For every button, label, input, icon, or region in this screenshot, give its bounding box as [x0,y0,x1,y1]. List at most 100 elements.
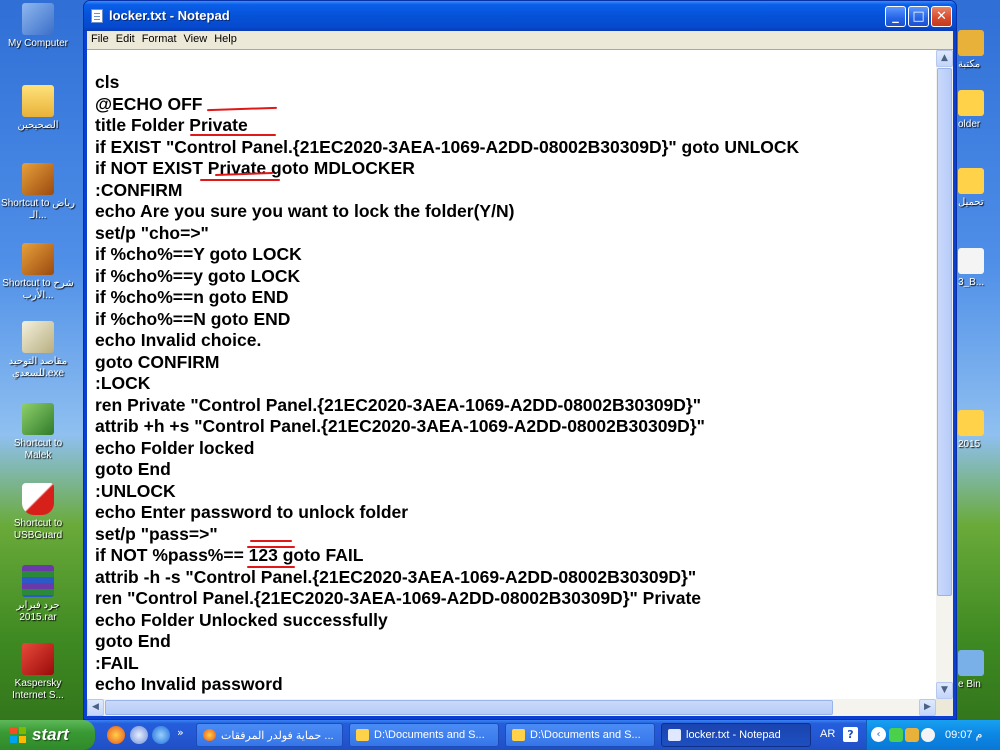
right-desktop-icon[interactable]: 2015 [958,410,1000,450]
kaspersky-icon [22,643,54,675]
windows-logo-icon [10,727,26,743]
desktop-icon-label: الصحيحين [17,120,59,131]
desktop-icon-exe[interactable]: مقاصد التوحيد للسعدي.exe [0,321,76,380]
text-line: echo Are you sure you want to lock the f… [95,201,515,221]
menu-format[interactable]: Format [138,31,180,45]
text-line: echo Invalid choice. [95,330,262,350]
taskbar: start » حماية فولدر المرفقات ... D:\Docu… [0,720,1000,750]
text-line: :LOCK [95,373,151,393]
text-line: goto End [95,459,171,479]
text-line: :FAIL [95,652,139,673]
editor-area: cls @ECHO OFF title Folder Private if EXIST… [87,49,953,716]
notepad-icon [91,9,103,23]
desktop-icon-label: جرد فبراير 2015.rar [16,600,60,623]
title-bar[interactable]: locker.txt - Notepad _ □ ✕ [84,1,956,31]
book-icon [22,321,54,353]
text-line: if %cho%==Y goto LOCK [95,244,302,264]
menu-edit[interactable]: Edit [112,31,138,45]
horizontal-scroll-thumb[interactable] [105,700,833,715]
taskbar-item-notepad[interactable]: locker.txt - Notepad [661,723,811,747]
system-tray: ‹ 09:07 م [866,720,1000,750]
resize-grip[interactable] [936,699,953,716]
window-title: locker.txt - Notepad [109,8,230,23]
text-line: if %cho%==n goto END [95,287,289,307]
desktop-icon-label: Shortcut to شرح الأرب... [2,278,74,301]
text-line: ren "Control Panel.{21EC2020-3AEA-1069-A… [95,588,702,608]
desktop-icon-malek[interactable]: Shortcut to Malek [0,403,76,462]
text-line: set/p "pass=>" [95,523,218,544]
close-button[interactable]: ✕ [931,6,952,27]
internet-explorer-icon[interactable] [152,726,170,744]
text-line: goto End [95,631,171,651]
text-line: attrib +h +s "Control Panel.{21EC2020-3A… [95,416,705,436]
menu-view[interactable]: View [180,31,211,45]
text-line: if %cho%==N goto END [95,308,291,329]
taskbar-item-folder-1[interactable]: D:\Documents and S... [349,723,499,747]
annotation-underline [247,566,295,568]
horizontal-scrollbar[interactable]: ◀ ▶ [87,699,936,716]
language-indicator[interactable]: AR [820,728,835,740]
chrome-icon[interactable] [107,726,125,744]
scroll-up-icon[interactable]: ▲ [936,50,953,67]
taskbar-item-folder-2[interactable]: D:\Documents and S... [505,723,655,747]
desktop-icon-folder[interactable]: الصحيحين [0,85,76,132]
folder-icon [958,410,984,436]
notepad-icon [668,729,681,741]
desktop-icon-label: Kaspersky Internet S... [12,678,64,701]
text-line: echo Enter password to unlock folder [95,502,409,522]
shield-icon [22,483,54,515]
text-line: if EXIST "Control Panel.{21EC2020-3AEA-1… [95,136,800,157]
desktop-icon-rar[interactable]: جرد فبراير 2015.rar [0,565,76,624]
desktop-icon-kaspersky[interactable]: Kaspersky Internet S... [0,643,76,702]
right-desktop-icon[interactable]: older [958,90,1000,130]
vertical-scrollbar[interactable]: ▲ ▼ [936,50,953,699]
document-text: cls @ECHO OFF title Folder Private if EXIST… [95,72,799,696]
right-desktop-icon[interactable]: تحميل [958,168,1000,208]
menu-file[interactable]: File [87,31,112,45]
quicklaunch-expand-icon[interactable]: » [177,726,184,739]
folder-icon [22,85,54,117]
menu-help[interactable]: Help [210,31,240,45]
chrome-icon [203,729,216,741]
text-line: set/p "cho=>" [95,222,209,243]
desktop-icon-shortcut-2[interactable]: Shortcut to شرح الأرب... [0,243,76,302]
help-icon[interactable]: ? [843,727,858,742]
app-quicklaunch-icon[interactable] [130,726,148,744]
volume-icon[interactable] [921,728,935,742]
desktop-icon-label: Shortcut to Malek [13,438,63,461]
text-line: :CONFIRM [95,179,183,200]
vertical-scroll-thumb[interactable] [937,68,952,596]
scroll-left-icon[interactable]: ◀ [87,699,104,716]
computer-icon [22,3,54,35]
desktop-icon-my-computer[interactable]: My Computer [0,3,76,50]
right-desktop-icon[interactable]: مكتبة [958,30,1000,70]
archive-icon [22,565,54,597]
desktop-icon-label: Shortcut to رياض الـ... [1,198,75,221]
text-line: echo Folder locked [95,437,255,458]
maximize-button[interactable]: □ [908,6,929,27]
text-line: ren Private "Control Panel.{21EC2020-3AE… [95,394,702,415]
scroll-right-icon[interactable]: ▶ [919,699,936,716]
annotation-underline [190,134,276,136]
text-line: goto CONFIRM [95,351,220,372]
text-line: if NOT %pass%== 123 goto FAIL [95,545,364,565]
taskbar-item-chrome[interactable]: حماية فولدر المرفقات ... [196,723,343,747]
folder-icon [356,729,369,741]
scroll-down-icon[interactable]: ▼ [936,682,953,699]
mosque-icon [22,403,54,435]
folder-icon [512,729,525,741]
text-line: echo Folder Unlocked successfully [95,609,388,630]
tray-expand-icon[interactable]: ‹ [871,727,886,742]
right-desktop-icon[interactable]: 3_B... [958,248,1000,288]
folder-icon [958,90,984,116]
right-desktop-icon[interactable]: e Bin [958,650,1000,690]
file-icon [958,248,984,274]
desktop-icon-usbguard[interactable]: Shortcut to USBGuard [0,483,76,542]
text-editor[interactable]: cls @ECHO OFF title Folder Private if EXIST… [87,50,936,699]
network-icon[interactable] [889,728,903,742]
minimize-button[interactable]: _ [885,6,906,27]
start-button[interactable]: start [0,720,95,750]
tray-app-icon[interactable] [905,728,919,742]
desktop-icon-shortcut-1[interactable]: Shortcut to رياض الـ... [0,163,76,222]
annotation-underline [247,546,295,548]
